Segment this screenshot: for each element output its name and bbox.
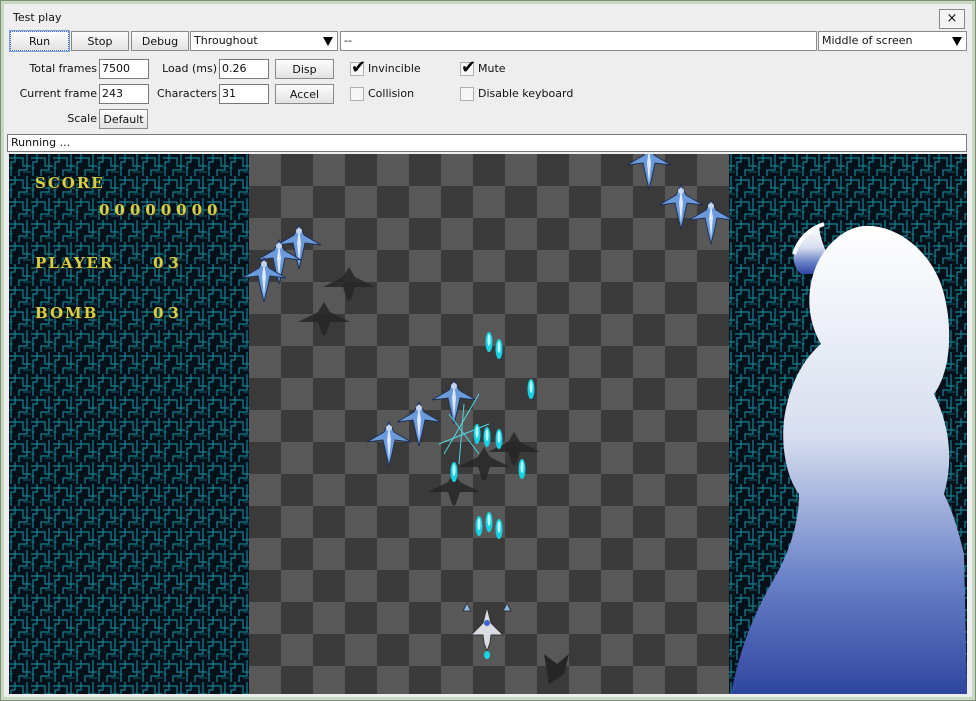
- game-scene: [9, 154, 967, 694]
- bomb-label: BOMB: [35, 304, 99, 322]
- debug-button[interactable]: Debug: [131, 31, 189, 51]
- test-play-window: Test play × Run Stop Debug Throughout --…: [0, 0, 976, 701]
- characters-label: Characters: [156, 87, 217, 100]
- load-label: Load (ms): [162, 62, 217, 75]
- total-frames-label: Total frames: [29, 62, 97, 75]
- score-value: 00000000: [99, 201, 223, 219]
- collision-checkbox[interactable]: [350, 87, 364, 101]
- invincible-label: Invincible: [368, 62, 421, 75]
- range-value-text: --: [344, 34, 352, 47]
- disable-keyboard-checkbox[interactable]: [460, 87, 474, 101]
- range-select-value: Throughout: [194, 34, 258, 47]
- disp-button[interactable]: Disp: [275, 59, 334, 79]
- accel-button[interactable]: Accel: [275, 84, 334, 104]
- game-screen[interactable]: SCORE 00000000 PLAYER 03 BOMB 03: [9, 154, 967, 694]
- score-label: SCORE: [35, 174, 105, 192]
- load-field[interactable]: 0.26: [219, 59, 269, 79]
- player-value: 03: [153, 254, 184, 272]
- invincible-checkbox[interactable]: ✔: [350, 57, 367, 78]
- characters-field[interactable]: 31: [219, 84, 269, 104]
- collision-label: Collision: [368, 87, 415, 100]
- stop-button[interactable]: Stop: [71, 31, 129, 51]
- current-frame-label: Current frame: [19, 87, 97, 100]
- run-button[interactable]: Run: [9, 30, 70, 52]
- chevron-down-icon: [952, 37, 962, 46]
- position-select-value: Middle of screen: [822, 34, 913, 47]
- scale-default-button[interactable]: Default: [99, 109, 148, 129]
- disable-keyboard-label: Disable keyboard: [478, 87, 574, 100]
- scale-label: Scale: [67, 112, 97, 125]
- status-bar: Running ...: [7, 134, 967, 152]
- range-select[interactable]: Throughout: [190, 31, 338, 51]
- range-value-field[interactable]: --: [340, 31, 817, 51]
- checkmark-icon: ✔: [351, 57, 367, 78]
- mute-label: Mute: [478, 62, 506, 75]
- position-select[interactable]: Middle of screen: [818, 31, 967, 51]
- title-bar: Test play ×: [5, 7, 967, 31]
- close-button[interactable]: ×: [939, 9, 965, 29]
- total-frames-field[interactable]: 7500: [99, 59, 149, 79]
- current-frame-field[interactable]: 243: [99, 84, 149, 104]
- window-title: Test play: [13, 11, 62, 24]
- left-circuit-panel: [9, 154, 249, 694]
- chevron-down-icon: [323, 37, 333, 46]
- player-label: PLAYER: [35, 254, 115, 272]
- mute-checkbox[interactable]: ✔: [460, 57, 477, 78]
- bomb-value: 03: [153, 304, 184, 322]
- checkmark-icon: ✔: [461, 57, 477, 78]
